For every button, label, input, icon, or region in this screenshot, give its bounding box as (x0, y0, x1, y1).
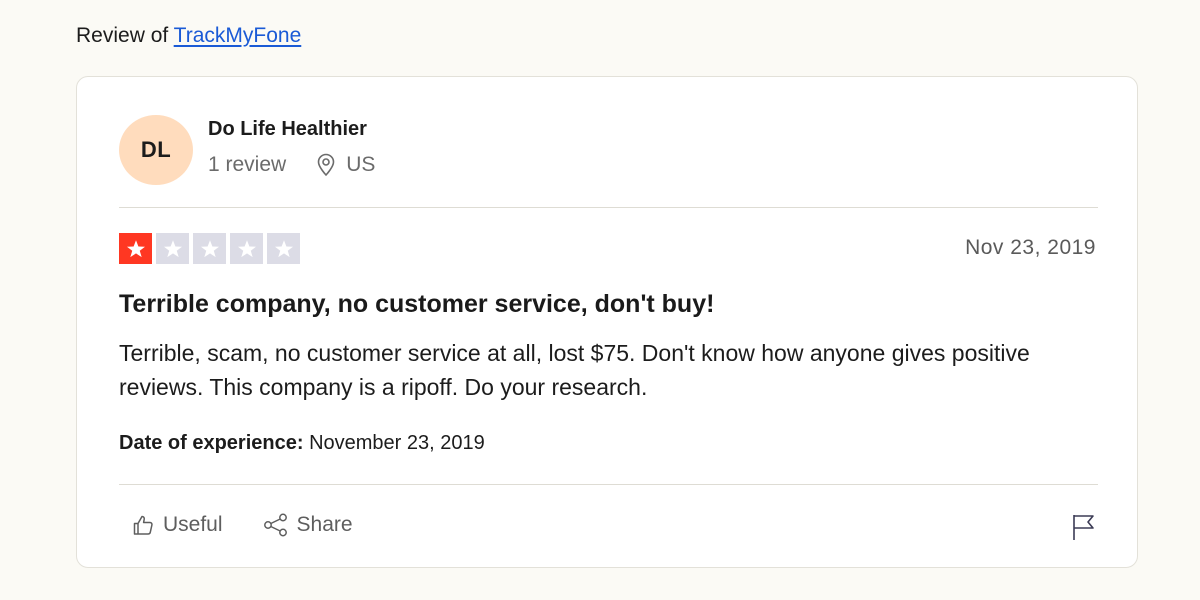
star-empty-icon (267, 233, 300, 264)
star-empty-icon (156, 233, 189, 264)
star-filled-icon (119, 233, 152, 264)
avatar[interactable]: DL (119, 115, 193, 185)
header-divider (119, 207, 1098, 208)
flag-icon (1073, 515, 1094, 540)
reviewer-meta: 1 review US (208, 153, 375, 177)
star-empty-icon (193, 233, 226, 264)
review-of-prefix: Review of (76, 24, 169, 47)
share-button[interactable]: Share (263, 513, 353, 537)
review-body: Terrible, scam, no customer service at a… (119, 340, 1030, 400)
reviewer-name[interactable]: Do Life Healthier (208, 118, 367, 141)
star-empty-icon (230, 233, 263, 264)
thumbs-up-icon (133, 515, 153, 535)
experience-label: Date of experience: (119, 432, 304, 454)
footer-divider (119, 484, 1098, 485)
location-pin-icon (317, 153, 335, 177)
share-icon (263, 513, 287, 537)
share-label: Share (296, 513, 353, 536)
review-card: DL Do Life Healthier 1 review US Nov 23,… (76, 76, 1138, 568)
location-text: US (346, 153, 376, 176)
review-count: 1 review (208, 153, 287, 176)
review-actions: Useful Share (131, 513, 393, 537)
useful-button[interactable]: Useful (131, 513, 223, 537)
useful-label: Useful (163, 513, 223, 536)
experience-date: November 23, 2019 (309, 432, 485, 454)
review-title[interactable]: Terrible company, no customer service, d… (119, 290, 714, 319)
report-flag-button[interactable] (1071, 513, 1097, 546)
star-rating (119, 233, 304, 264)
company-link[interactable]: TrackMyFone (174, 24, 302, 47)
reviewer-location: US (316, 153, 375, 177)
date-of-experience: Date of experience: November 23, 2019 (119, 432, 485, 455)
avatar-initials: DL (140, 137, 172, 162)
review-of-heading: Review of TrackMyFone (76, 22, 301, 50)
review-date: Nov 23, 2019 (965, 236, 1096, 259)
